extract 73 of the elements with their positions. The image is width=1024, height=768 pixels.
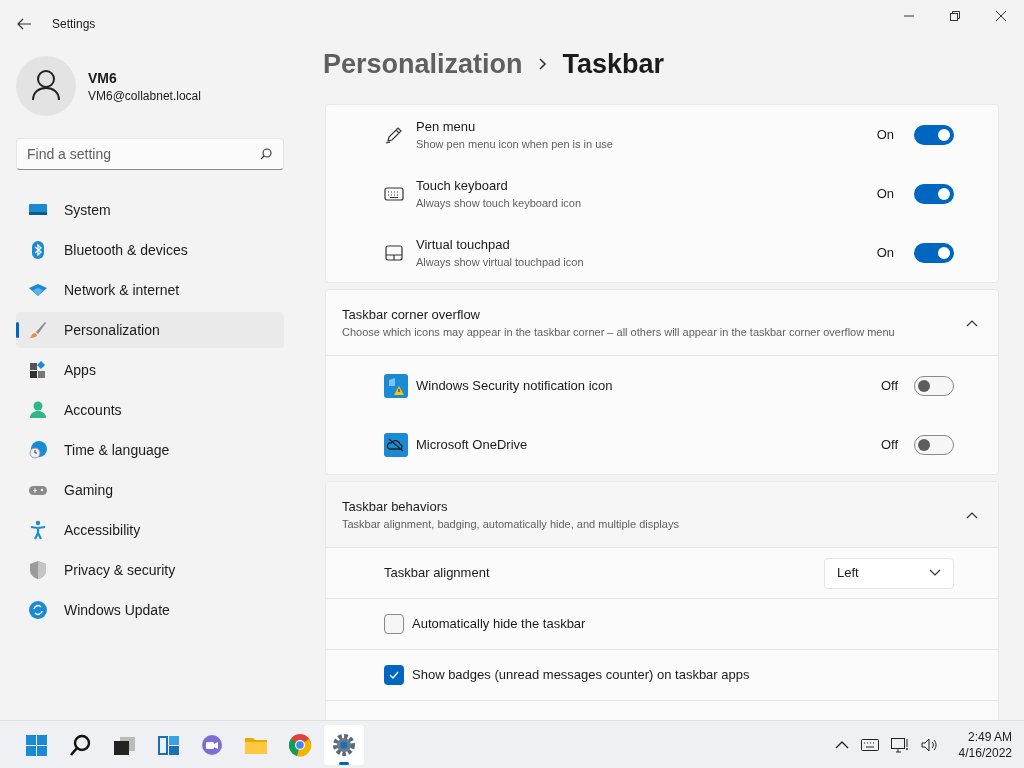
clock[interactable]: 2:49 AM 4/16/2022 bbox=[958, 728, 1012, 761]
toggle-state: On bbox=[876, 243, 894, 262]
speaker-icon bbox=[920, 736, 939, 753]
toggle-state: On bbox=[876, 125, 894, 144]
nav-item[interactable]: Windows Update bbox=[16, 592, 284, 628]
breadcrumb-title: Taskbar bbox=[562, 47, 665, 81]
browser-icon bbox=[288, 732, 312, 757]
back-arrow-icon bbox=[16, 18, 32, 30]
touchpad-icon bbox=[384, 242, 404, 263]
clock-globe-icon bbox=[28, 440, 48, 460]
user-email: VM6@collabnet.local bbox=[88, 88, 201, 104]
setting-description: Show pen menu icon when pen is in use bbox=[416, 137, 614, 152]
shield-icon bbox=[28, 560, 48, 580]
nav-item[interactable]: Accounts bbox=[16, 392, 284, 428]
windows-logo-icon bbox=[24, 732, 48, 757]
toggle-state: On bbox=[876, 184, 894, 203]
setting-title: Microsoft OneDrive bbox=[416, 435, 529, 454]
nav-item[interactable]: Privacy & security bbox=[16, 552, 284, 588]
restore-icon bbox=[950, 11, 960, 21]
toggle-switch[interactable] bbox=[914, 434, 954, 455]
checkbox[interactable] bbox=[384, 665, 404, 685]
brush-icon bbox=[28, 320, 48, 340]
toggle-switch[interactable] bbox=[914, 124, 954, 145]
shield-warning-icon bbox=[384, 373, 408, 398]
setting-title: Pen menu bbox=[416, 117, 477, 136]
checkmark-icon bbox=[389, 671, 399, 679]
close-icon bbox=[996, 11, 1006, 21]
nav-item[interactable]: Bluetooth & devices bbox=[16, 232, 284, 268]
sync-icon bbox=[28, 600, 48, 620]
nav-item[interactable]: Gaming bbox=[16, 472, 284, 508]
setting-title: Touch keyboard bbox=[416, 176, 509, 195]
checkbox-label: Show badges (unread messages counter) on taskbar apps bbox=[412, 666, 750, 685]
gear-icon bbox=[332, 732, 356, 757]
checkbox[interactable] bbox=[384, 614, 404, 634]
search-icon bbox=[68, 732, 92, 757]
avatar-icon bbox=[16, 56, 76, 116]
section-title: Taskbar corner overflow bbox=[342, 305, 481, 324]
apps-icon bbox=[28, 360, 48, 380]
nav-item[interactable]: Personalization bbox=[16, 312, 284, 348]
breadcrumb-link[interactable]: Personalization bbox=[323, 43, 523, 85]
keyboard-icon bbox=[860, 738, 879, 751]
toggle-switch[interactable] bbox=[914, 375, 954, 396]
setting-description: Always show touch keyboard icon bbox=[416, 196, 583, 211]
person-icon bbox=[28, 400, 48, 420]
toggle-state: Off bbox=[880, 376, 898, 395]
network-monitor-icon bbox=[890, 736, 909, 753]
setting-title: Virtual touchpad bbox=[416, 235, 511, 254]
user-name: VM6 bbox=[88, 69, 118, 88]
setting-title: Windows Security notification icon bbox=[416, 376, 614, 395]
chevron-right-icon bbox=[538, 58, 547, 70]
setting-title: Taskbar alignment bbox=[384, 564, 491, 583]
setting-description: Always show virtual touchpad icon bbox=[416, 255, 585, 270]
section-description: Taskbar alignment, badging, automatically hide, and multiple displays bbox=[342, 517, 680, 532]
nav-item[interactable]: Network & internet bbox=[16, 272, 284, 308]
alignment-dropdown[interactable]: Left bbox=[824, 557, 954, 589]
search-field[interactable]: Find a setting bbox=[16, 138, 284, 170]
chevron-down-icon bbox=[929, 569, 941, 577]
window-title: Settings bbox=[52, 16, 96, 32]
section-description: Choose which icons may appear in the taskbar corner – all others will appear in the taskbar corner overflow menu bbox=[342, 325, 896, 340]
nav-item[interactable]: Apps bbox=[16, 352, 284, 388]
checkbox-label: Automatically hide the taskbar bbox=[412, 615, 586, 634]
toggle-switch[interactable] bbox=[914, 242, 954, 263]
chat-icon bbox=[200, 732, 224, 757]
search-icon bbox=[260, 148, 272, 160]
toggle-state: Off bbox=[880, 435, 898, 454]
toggle-switch[interactable] bbox=[914, 183, 954, 204]
nav-item[interactable]: Accessibility bbox=[16, 512, 284, 548]
chevron-up-icon bbox=[834, 740, 849, 749]
nav-item[interactable]: Time & language bbox=[16, 432, 284, 468]
section-title: Taskbar behaviors bbox=[342, 497, 449, 516]
nav-item[interactable]: System bbox=[16, 192, 284, 228]
accessibility-icon bbox=[28, 520, 48, 540]
cloud-off-icon bbox=[384, 432, 408, 457]
